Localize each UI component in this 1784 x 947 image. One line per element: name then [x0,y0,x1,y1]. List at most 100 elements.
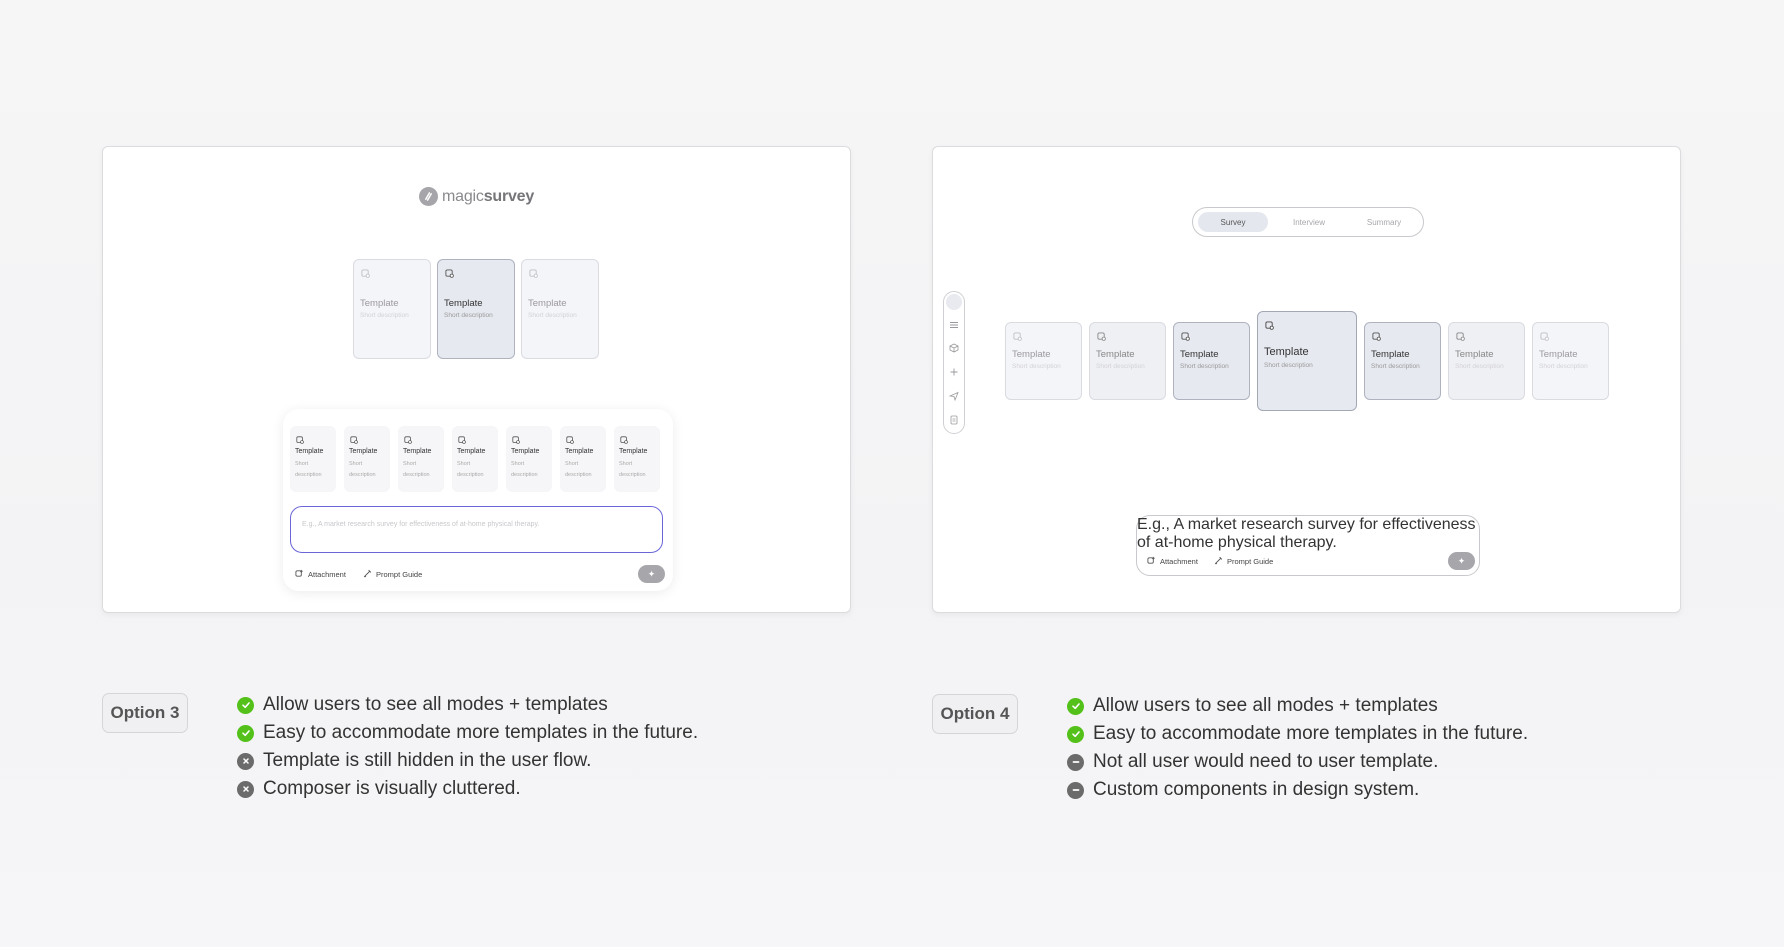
send-icon[interactable] [948,388,959,402]
tab-label: Interview [1292,217,1325,227]
template-description: Short description [1180,363,1229,370]
template-name: Template [1180,349,1219,360]
template-name: Template [1455,349,1494,360]
sparkle-send-button[interactable]: ✦ [638,565,665,583]
template-description: Short description [1371,363,1420,370]
template-icon [1013,328,1022,346]
template-icon [529,265,538,283]
prompt-guide-button[interactable]: Prompt Guide [1214,556,1273,567]
sparkle-send-button[interactable]: ✦ [1448,552,1475,570]
template-description: Short description [1455,363,1504,370]
template-icon [361,265,370,283]
template-name: Template [403,448,432,455]
tab-interview[interactable]: Interview [1273,212,1345,232]
template-icon [1540,328,1549,346]
document-icon[interactable] [949,412,959,425]
composer-template-chip[interactable]: Template Short description [560,426,606,492]
attachment-button[interactable]: Attachment [1147,556,1198,567]
option4-label-text: Option 4 [940,704,1010,723]
composer-template-chip[interactable]: Template Short description [614,426,660,492]
pen-icon [363,569,372,580]
template-icon [620,431,628,449]
menu-icon[interactable] [949,317,959,328]
plus-icon[interactable] [949,364,959,376]
carousel-template-card-focused[interactable]: Template Short description [1257,311,1357,411]
composer-panel: Template Short description Template Shor… [283,409,673,591]
carousel-template-card[interactable]: Template Short description [1005,322,1082,400]
tab-label: Summary [1366,217,1402,227]
attachment-label: Attachment [1160,557,1198,566]
featured-template-card[interactable]: Template Short description [353,259,431,359]
option3-notes: Allow users to see all modes + templates… [237,691,698,803]
check-circle-icon [237,724,254,742]
template-description: Short description [1264,362,1313,369]
composer-template-chip[interactable]: Template Short description [344,426,390,492]
template-description: Short description [511,461,538,478]
prompt-guide-label: Prompt Guide [1227,557,1274,566]
note-item: Custom components in design system. [1067,776,1528,804]
template-name: Template [444,298,483,309]
template-icon [1181,328,1190,346]
template-description: Short description [349,461,376,478]
template-name: Template [360,298,399,309]
carousel-template-card[interactable]: Template Short description [1173,322,1250,400]
template-name: Template [528,298,567,309]
composer-template-chip[interactable]: Template Short description [506,426,552,492]
minus-circle-icon [1067,781,1084,799]
composer-template-chip[interactable]: Template Short description [452,426,498,492]
composer-template-chip[interactable]: Template Short description [398,426,444,492]
featured-template-card[interactable]: Template Short description [521,259,599,359]
note-text: Composer is visually cluttered. [263,778,521,799]
note-text: Not all user would need to user template… [1093,751,1439,772]
pen-icon [1214,556,1223,567]
option3-label: Option 3 [102,693,188,733]
note-item: Easy to accommodate more templates in th… [1067,720,1528,748]
side-rail [943,291,965,434]
tab-summary[interactable]: Summary [1348,212,1420,232]
carousel-template-card[interactable]: Template Short description [1364,322,1441,400]
prompt-guide-label: Prompt Guide [376,570,423,579]
template-description: Short description [1012,363,1061,370]
template-description: Short description [619,461,646,478]
carousel-template-card[interactable]: Template Short description [1532,322,1609,400]
carousel-template-card[interactable]: Template Short description [1089,322,1166,400]
x-circle-icon [237,780,254,798]
note-item: Template is still hidden in the user flo… [237,747,698,775]
prompt-guide-button[interactable]: Prompt Guide [363,569,422,580]
logo-swirl-icon [419,187,438,206]
template-name: Template [1539,349,1578,360]
option4-label: Option 4 [932,694,1018,734]
brand-name-bold: survey [483,187,535,205]
option4-notes: Allow users to see all modes + templates… [1067,692,1528,804]
template-description: Short description [403,461,430,478]
composer-panel[interactable]: E.g., A market research survey for effec… [1136,515,1480,576]
template-name: Template [511,448,540,455]
featured-template-card-selected[interactable]: Template Short description [437,259,515,359]
note-text: Allow users to see all modes + templates [263,694,608,715]
note-item: Allow users to see all modes + templates [237,691,698,719]
tab-label: Survey [1220,217,1246,227]
template-icon [350,431,358,449]
mode-tabs: Survey Interview Summary [1192,207,1424,237]
tab-survey[interactable]: Survey [1198,212,1268,232]
template-name: Template [1012,349,1051,360]
cube-icon[interactable] [949,340,959,353]
template-icon [458,431,466,449]
template-icon [1372,328,1381,346]
prompt-placeholder: E.g., A market research survey for effec… [302,521,540,528]
prompt-input[interactable]: E.g., A market research survey for effec… [290,506,663,553]
carousel-template-card[interactable]: Template Short description [1448,322,1525,400]
template-icon [566,431,574,449]
attachment-button[interactable]: Attachment [295,569,346,580]
template-description: Short description [1096,363,1145,370]
template-icon [445,265,454,283]
note-item: Not all user would need to user template… [1067,748,1528,776]
template-description: Short description [444,312,493,319]
avatar[interactable] [946,294,962,310]
composer-template-chip[interactable]: Template Short description [290,426,336,492]
option3-mockup-frame: magicsurvey Template Short description T… [102,146,851,613]
prompt-placeholder: E.g., A market research survey for effec… [1137,516,1476,551]
template-description: Short description [457,461,484,478]
attachment-icon [1147,556,1156,567]
option3-label-text: Option 3 [110,703,180,722]
